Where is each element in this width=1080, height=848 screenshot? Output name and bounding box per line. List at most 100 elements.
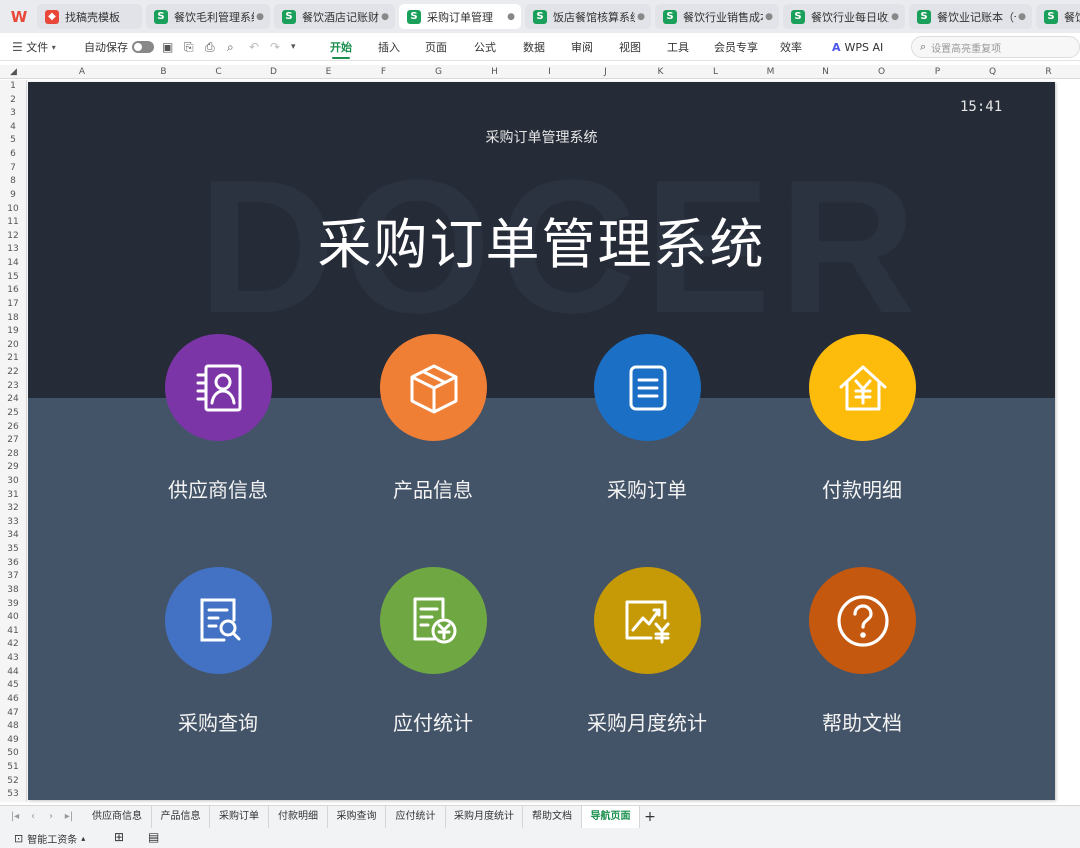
ribbon-tab[interactable]: 会员专享 [714,33,758,61]
column-header[interactable]: I [522,65,577,79]
column-header[interactable]: H [467,65,522,79]
tile-purchase-order[interactable]: 采购订单 [557,334,737,534]
quick-access-more-icon[interactable]: ▾ [291,33,296,61]
box-icon[interactable] [380,334,487,441]
row-header[interactable]: 44 [0,666,26,680]
row-header[interactable]: 30 [0,475,26,489]
column-header[interactable]: R [1021,65,1076,79]
close-icon[interactable]: ● [763,12,775,22]
sheet-tab[interactable]: 应付统计 [386,806,446,828]
search-report-icon[interactable] [165,567,272,674]
prev-sheet-icon[interactable]: ‹ [26,809,40,825]
grid-view-icon[interactable]: ⊞ [114,830,124,844]
ribbon-tab[interactable]: 效率 [780,33,802,61]
document-tab[interactable]: ◆ 找稿壳模板 [37,4,142,29]
document-tab[interactable]: S 采购订单管理 ● [399,4,521,29]
document-tab[interactable]: S 餐饮行业每日收支● [783,4,905,29]
row-header[interactable]: 33 [0,516,26,530]
row-header[interactable]: 41 [0,625,26,639]
next-sheet-icon[interactable]: › [44,809,58,825]
column-header[interactable]: Q [965,65,1020,79]
row-header[interactable]: 12 [0,230,26,244]
row-header[interactable]: 27 [0,434,26,448]
row-header[interactable]: 3 [0,107,26,121]
ribbon-tab[interactable]: 页面 [425,33,447,61]
ribbon-tab[interactable]: 数据 [523,33,545,61]
row-header[interactable]: 37 [0,570,26,584]
sheet-tab[interactable]: 采购月度统计 [446,806,523,828]
row-header[interactable]: 13 [0,243,26,257]
row-header[interactable]: 8 [0,175,26,189]
chart-yen-icon[interactable] [594,567,701,674]
row-header[interactable]: 49 [0,734,26,748]
close-icon[interactable]: ● [635,12,647,22]
row-header[interactable]: 26 [0,421,26,435]
row-header[interactable]: 19 [0,325,26,339]
print-icon[interactable]: ⎙ [205,33,215,61]
row-header[interactable]: 51 [0,761,26,775]
row-header[interactable]: 16 [0,284,26,298]
contact-card-icon[interactable] [165,334,272,441]
document-tab[interactable]: S 餐饮行业销售成本 ● [655,4,779,29]
close-icon[interactable]: ● [379,12,391,22]
row-header[interactable]: 45 [0,679,26,693]
smart-tool-button[interactable]: ⊡ 智能工资条 ▴ [14,831,85,846]
document-tab[interactable]: S 餐饮业记账本（十二● [909,4,1032,29]
row-header[interactable]: 29 [0,461,26,475]
first-sheet-icon[interactable]: |◂ [8,809,22,825]
row-header[interactable]: 42 [0,638,26,652]
document-tab[interactable]: S 餐饮毛利管理系统 ● [146,4,270,29]
row-header[interactable]: 28 [0,448,26,462]
row-header[interactable]: 4 [0,121,26,135]
tile-payment-details[interactable]: 付款明细 [772,334,952,534]
row-header[interactable]: 17 [0,298,26,312]
autosave-switch[interactable] [132,41,154,53]
column-header[interactable]: F [356,65,411,79]
row-header[interactable]: 15 [0,271,26,285]
help-icon[interactable] [809,567,916,674]
redo-icon[interactable]: ↷ [270,33,280,61]
row-header[interactable]: 48 [0,720,26,734]
share-icon[interactable]: ⎘ [184,33,194,61]
column-header[interactable]: C [191,65,246,79]
row-header[interactable]: 7 [0,162,26,176]
ribbon-tab[interactable]: 视图 [619,33,641,61]
row-header[interactable]: 38 [0,584,26,598]
row-header[interactable]: 1 [0,80,26,94]
row-header[interactable]: 22 [0,366,26,380]
row-header[interactable]: 25 [0,407,26,421]
column-header[interactable]: G [411,65,466,79]
column-header[interactable]: N [798,65,853,79]
row-header[interactable]: 43 [0,652,26,666]
add-sheet-button[interactable]: + [642,806,658,828]
row-header[interactable]: 35 [0,543,26,557]
row-header[interactable]: 9 [0,189,26,203]
tile-purchase-query[interactable]: 采购查询 [128,567,308,767]
tile-help-docs[interactable]: 帮助文档 [772,567,952,767]
sheet-tab[interactable]: 采购订单 [210,806,269,828]
save-icon[interactable]: ▣ [162,33,173,61]
sheet-tab[interactable]: 帮助文档 [523,806,582,828]
sheet-tab[interactable]: 供应商信息 [83,806,152,828]
tile-product-info[interactable]: 产品信息 [343,334,523,534]
ribbon-tab[interactable]: 开始 [330,33,352,61]
row-header[interactable]: 36 [0,557,26,571]
ribbon-tab[interactable]: 审阅 [571,33,593,61]
column-header[interactable]: J [578,65,633,79]
row-header[interactable]: 50 [0,747,26,761]
row-header[interactable]: 24 [0,393,26,407]
file-menu-button[interactable]: ☰ 文件 ▾ [12,33,56,61]
column-header[interactable]: M [743,65,798,79]
print-preview-icon[interactable]: ⌕ [227,33,234,61]
column-header[interactable]: O [854,65,909,79]
panel-icon[interactable]: ▤ [148,830,159,844]
document-tab[interactable]: S 餐饮 [1036,4,1080,29]
ribbon-tab[interactable]: 工具 [667,33,689,61]
column-header[interactable]: B [136,65,191,79]
row-header[interactable]: 11 [0,216,26,230]
wps-ai-button[interactable]: A WPS AI [832,33,883,61]
search-input[interactable]: ⌕ 设置高亮重复项 [911,36,1080,58]
column-header[interactable]: K [633,65,688,79]
tile-monthly-stats[interactable]: 采购月度统计 [557,567,737,767]
close-icon[interactable]: ● [889,12,901,22]
